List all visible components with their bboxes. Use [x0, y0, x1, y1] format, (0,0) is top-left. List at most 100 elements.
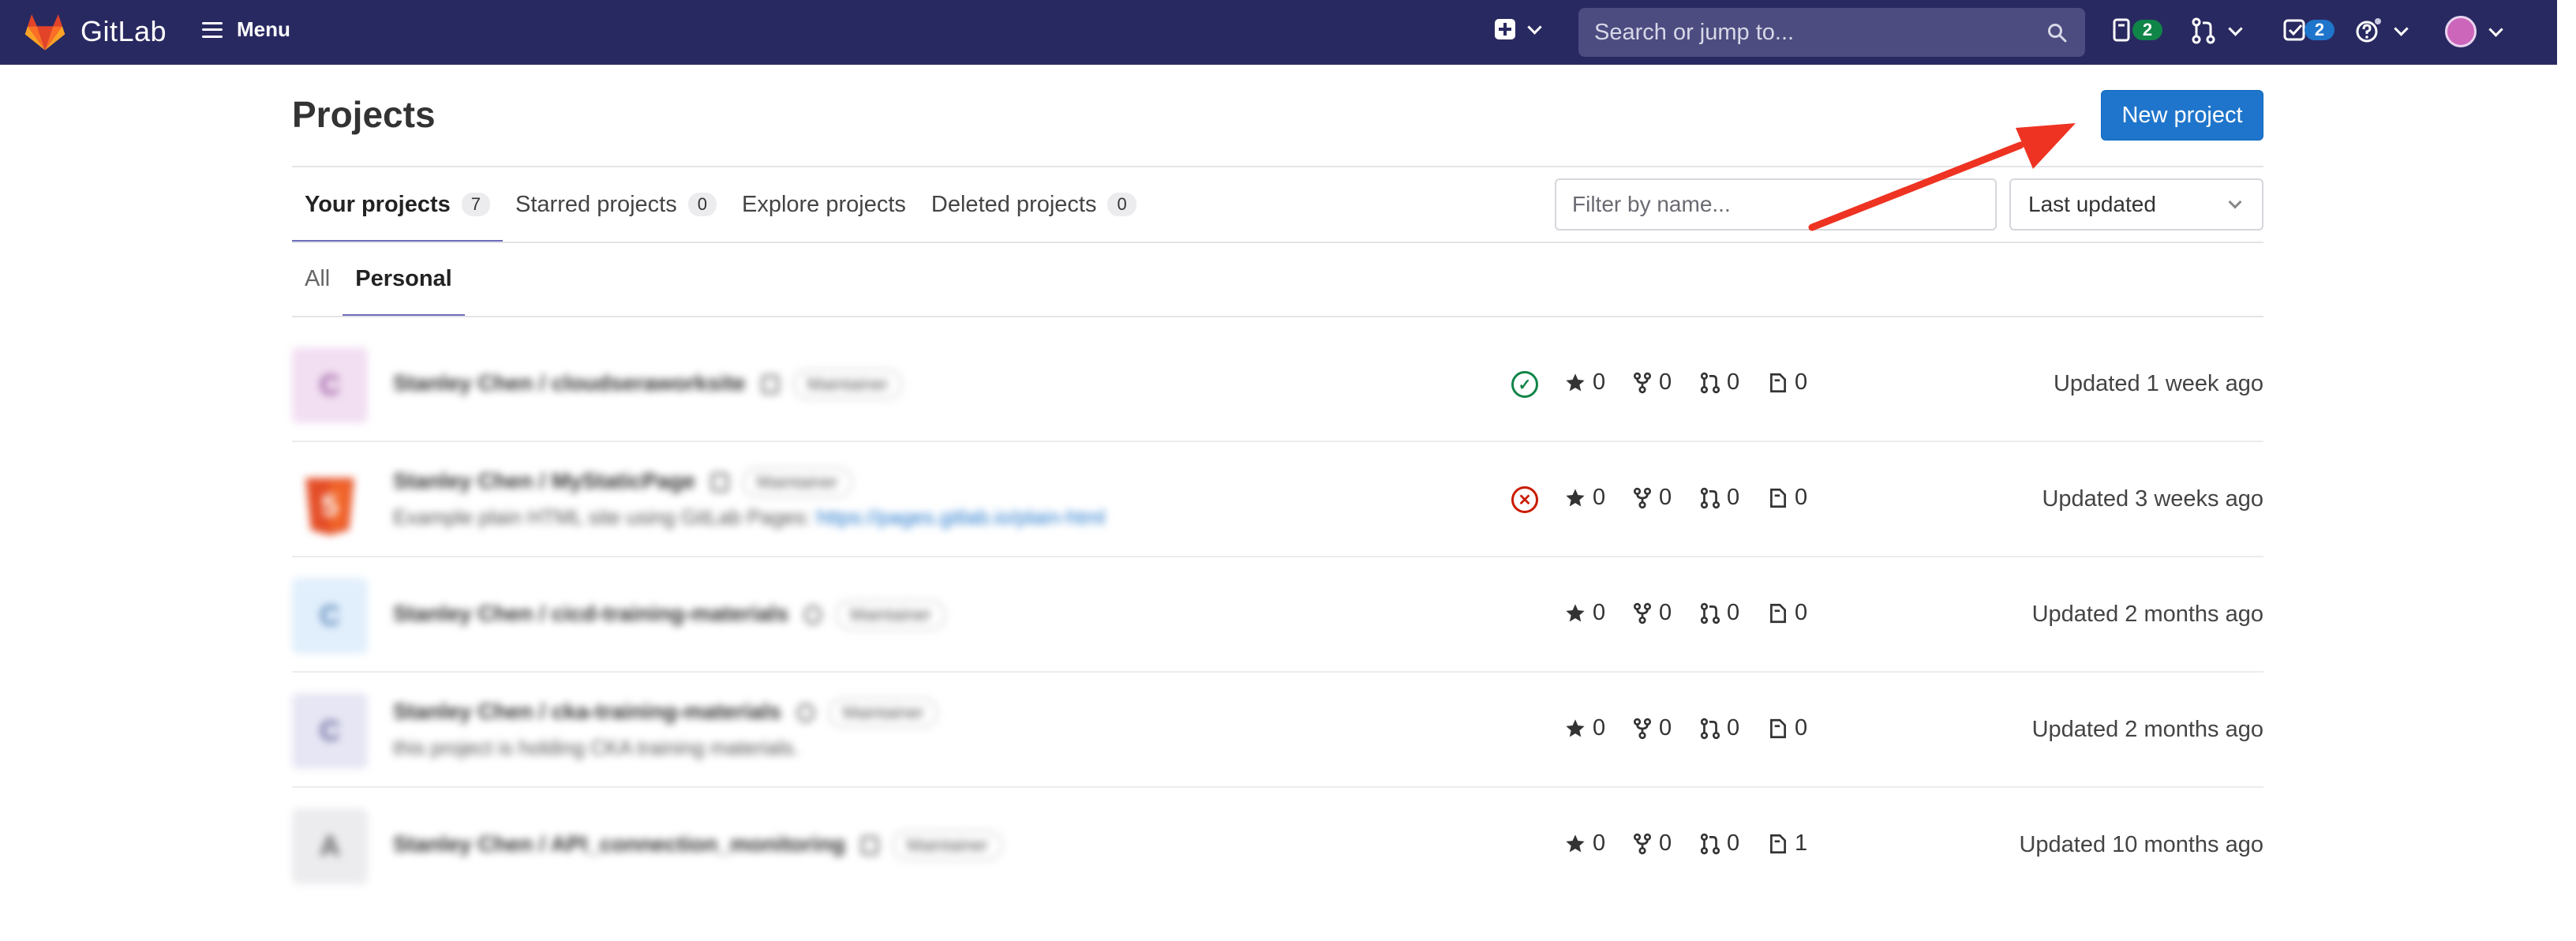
project-name-link[interactable]: Stanley Chen / cicd-training-materials Ma… — [393, 600, 945, 630]
html5-logo-digit: 5 — [321, 489, 339, 523]
project-name-link[interactable]: Stanley Chen / API_connection_monitoring… — [393, 830, 1002, 860]
project-stats: 0 0 0 0 — [1564, 485, 1836, 511]
updated-time: Updated 2 months ago — [2031, 717, 2263, 742]
stars-stat[interactable]: 0 — [1564, 369, 1632, 396]
project-row[interactable]: C Stanley Chen / cloudseraworksite Mainta… — [292, 327, 2263, 442]
project-name: Stanley Chen / cka-training-materials — [393, 699, 781, 724]
shield-icon — [796, 703, 814, 722]
forks-stat[interactable]: 0 — [1632, 600, 1700, 626]
project-row[interactable]: A Stanley Chen / API_connection_monitori… — [292, 788, 2263, 903]
new-project-button[interactable]: New project — [2101, 90, 2263, 141]
project-name-link[interactable]: Stanley Chen / cka-training-materials Mai… — [393, 698, 938, 728]
merge-request-icon — [1700, 602, 1720, 624]
merge-requests-count: 0 — [1727, 369, 1740, 395]
project-name: Stanley Chen / cicd-training-materials — [393, 601, 789, 626]
stars-stat[interactable]: 0 — [1564, 715, 1632, 741]
forks-stat[interactable]: 0 — [1632, 830, 1700, 857]
project-avatar[interactable]: 5 — [292, 463, 368, 538]
merge-requests-stat[interactable]: 0 — [1700, 715, 1768, 741]
project-avatar[interactable]: C — [292, 347, 368, 423]
forks-stat[interactable]: 0 — [1632, 485, 1700, 511]
todos-nav-button[interactable]: 2 — [2282, 17, 2334, 43]
issues-icon — [1770, 834, 1786, 853]
user-menu-button[interactable] — [2445, 16, 2503, 47]
create-new-dropdown[interactable] — [1495, 19, 1542, 39]
plus-square-icon — [1495, 19, 1515, 39]
gitlab-logo[interactable]: GitLab — [24, 11, 167, 52]
merge-requests-nav-button[interactable] — [2191, 17, 2243, 44]
subtab-all[interactable]: All — [292, 242, 343, 316]
issues-stat[interactable]: 0 — [1768, 715, 1836, 741]
fork-icon — [1633, 602, 1652, 624]
stars-stat[interactable]: 0 — [1564, 830, 1632, 857]
menu-button[interactable]: Menu — [202, 17, 290, 42]
project-row[interactable]: C Stanley Chen / cicd-training-materials… — [292, 557, 2263, 673]
subtab-personal[interactable]: Personal — [343, 242, 465, 317]
project-name-link[interactable]: Stanley Chen / cloudseraworksite Maintain… — [393, 369, 903, 399]
description-link[interactable]: https://pages.gitlab.io/plain-html — [817, 505, 1106, 529]
project-stats: 0 0 0 0 — [1564, 600, 1836, 626]
pipeline-passed-icon[interactable]: ✓ — [1511, 371, 1538, 398]
tab-count-badge: 0 — [687, 193, 717, 216]
merge-requests-count: 0 — [1727, 600, 1740, 625]
project-row[interactable]: C Stanley Chen / cka-training-materials M… — [292, 673, 2263, 788]
star-icon — [1566, 834, 1585, 852]
issues-nav-button[interactable]: 2 — [2112, 17, 2162, 43]
lock-icon — [710, 473, 728, 492]
project-avatar[interactable]: C — [292, 578, 368, 654]
project-stats: 0 0 0 1 — [1564, 830, 1836, 857]
project-tabs: Your projects 7 Starred projects 0 Explo… — [292, 167, 1149, 243]
issues-icon — [1770, 373, 1786, 392]
merge-requests-stat[interactable]: 0 — [1700, 485, 1768, 511]
merge-requests-count: 0 — [1727, 485, 1740, 510]
project-avatar[interactable]: C — [292, 693, 368, 769]
stars-stat[interactable]: 0 — [1564, 600, 1632, 626]
project-row[interactable]: 5 Stanley Chen / MyStaticPage Maintainer … — [292, 442, 2263, 557]
pipeline-failed-icon[interactable]: ✕ — [1511, 486, 1538, 513]
merge-requests-count: 0 — [1727, 715, 1740, 740]
stars-count: 0 — [1593, 485, 1606, 510]
project-name: Stanley Chen / API_connection_monitoring — [393, 831, 846, 857]
tab-deleted-projects[interactable]: Deleted projects 0 — [919, 167, 1149, 242]
role-badge: Maintainer — [792, 369, 903, 399]
updated-time: Updated 3 weeks ago — [2042, 486, 2263, 512]
project-avatar[interactable]: A — [292, 808, 368, 884]
hamburger-icon — [202, 21, 223, 38]
forks-count: 0 — [1659, 715, 1672, 740]
tab-count-badge: 0 — [1107, 193, 1136, 216]
chevron-down-icon — [1527, 19, 1542, 35]
description-text: Example plain HTML site using GitLab Pag… — [393, 505, 811, 529]
project-description: this project is holding CKA training mat… — [393, 736, 799, 759]
tanuki-icon — [24, 14, 66, 51]
issues-stat[interactable]: 0 — [1768, 485, 1836, 511]
filter-by-name-input[interactable] — [1555, 178, 1997, 231]
project-name: Stanley Chen / MyStaticPage — [393, 468, 695, 493]
merge-request-icon — [1700, 372, 1720, 393]
stars-stat[interactable]: 0 — [1564, 485, 1632, 511]
forks-count: 0 — [1659, 600, 1672, 625]
issues-icon — [1770, 603, 1786, 623]
issues-stat[interactable]: 0 — [1768, 600, 1836, 626]
updated-time: Updated 2 months ago — [2031, 602, 2263, 627]
forks-stat[interactable]: 0 — [1632, 369, 1700, 396]
forks-stat[interactable]: 0 — [1632, 715, 1700, 741]
search-input[interactable] — [1578, 18, 2085, 47]
chevron-down-icon — [2488, 21, 2503, 37]
issues-stat[interactable]: 1 — [1768, 830, 1836, 857]
menu-label: Menu — [237, 17, 290, 41]
merge-requests-stat[interactable]: 0 — [1700, 600, 1768, 626]
tab-explore-projects[interactable]: Explore projects — [729, 167, 919, 242]
tab-your-projects[interactable]: Your projects 7 — [292, 167, 504, 243]
issues-stat[interactable]: 0 — [1768, 369, 1836, 396]
tab-starred-projects[interactable]: Starred projects 0 — [503, 167, 729, 242]
merge-requests-stat[interactable]: 0 — [1700, 830, 1768, 857]
sort-dropdown[interactable]: Last updated — [2009, 178, 2263, 231]
fork-icon — [1633, 372, 1652, 393]
merge-requests-stat[interactable]: 0 — [1700, 369, 1768, 396]
search-icon — [2048, 24, 2067, 43]
sort-selected-value: Last updated — [2028, 192, 2156, 216]
top-navbar: GitLab Menu 2 — [0, 0, 2557, 65]
project-name-link[interactable]: Stanley Chen / MyStaticPage Maintainer — [393, 467, 852, 497]
stars-count: 0 — [1593, 369, 1606, 395]
help-nav-button[interactable] — [2355, 17, 2409, 44]
